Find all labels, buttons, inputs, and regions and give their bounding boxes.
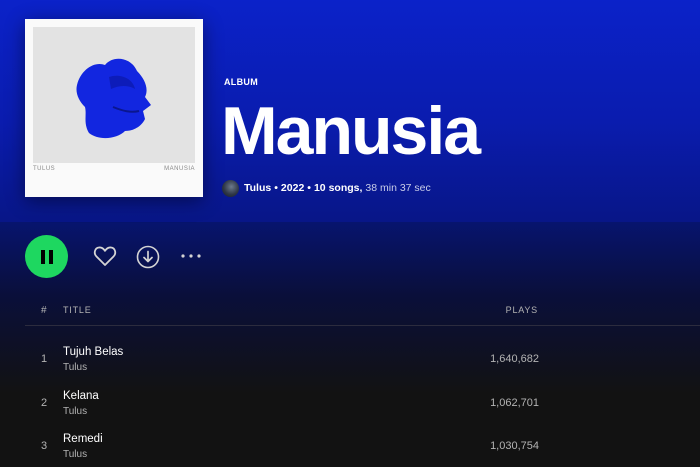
album-type-label: ALBUM: [224, 77, 258, 87]
album-title: Manusia: [221, 93, 481, 169]
track-plays: 1,640,682: [490, 353, 539, 365]
column-header-plays[interactable]: PLAYS: [506, 305, 538, 315]
cover-photo: [33, 27, 195, 163]
album-year: 2022: [280, 182, 305, 194]
track-title[interactable]: Kelana: [63, 390, 99, 402]
meta-separator: •: [307, 182, 311, 194]
track-row[interactable]: 2 Kelana Tulus 1,062,701: [0, 384, 700, 424]
heart-icon: [93, 246, 117, 266]
cover-artist-text: TULUS: [33, 166, 56, 172]
header-divider: [25, 325, 700, 326]
track-title[interactable]: Remedi: [63, 433, 103, 445]
album-meta: Tulus • 2022 • 10 songs, 38 min 37 sec: [222, 179, 431, 197]
track-artist[interactable]: Tulus: [63, 449, 87, 460]
column-header-number: #: [41, 305, 47, 316]
download-button[interactable]: [134, 243, 162, 271]
track-title[interactable]: Tujuh Belas: [63, 346, 123, 358]
song-count: 10 songs,: [313, 182, 363, 194]
album-duration: 38 min 37 sec: [365, 182, 431, 194]
artist-avatar[interactable]: [222, 179, 239, 197]
artist-link[interactable]: Tulus: [244, 182, 271, 194]
track-artist[interactable]: Tulus: [63, 406, 87, 417]
track-artist[interactable]: Tulus: [63, 362, 87, 373]
track-number: 3: [41, 440, 48, 452]
like-button[interactable]: [92, 242, 118, 270]
download-icon: [136, 245, 160, 269]
track-row[interactable]: 3 Remedi Tulus 1,030,754: [0, 427, 700, 467]
cover-title-text: MANUSIA: [164, 166, 195, 172]
track-number: 1: [41, 353, 48, 365]
column-header-title[interactable]: TITLE: [63, 305, 92, 315]
track-number: 2: [41, 397, 48, 409]
album-cover[interactable]: TULUS MANUSIA: [25, 19, 203, 197]
more-options-button[interactable]: [178, 246, 204, 266]
more-icon: [181, 254, 201, 258]
track-plays: 1,062,701: [490, 397, 539, 409]
pause-button[interactable]: [25, 235, 68, 278]
track-plays: 1,030,754: [490, 440, 539, 452]
pause-icon: [39, 249, 55, 264]
meta-separator: •: [274, 182, 278, 194]
track-row[interactable]: 1 Tujuh Belas Tulus 1,640,682: [0, 340, 700, 380]
